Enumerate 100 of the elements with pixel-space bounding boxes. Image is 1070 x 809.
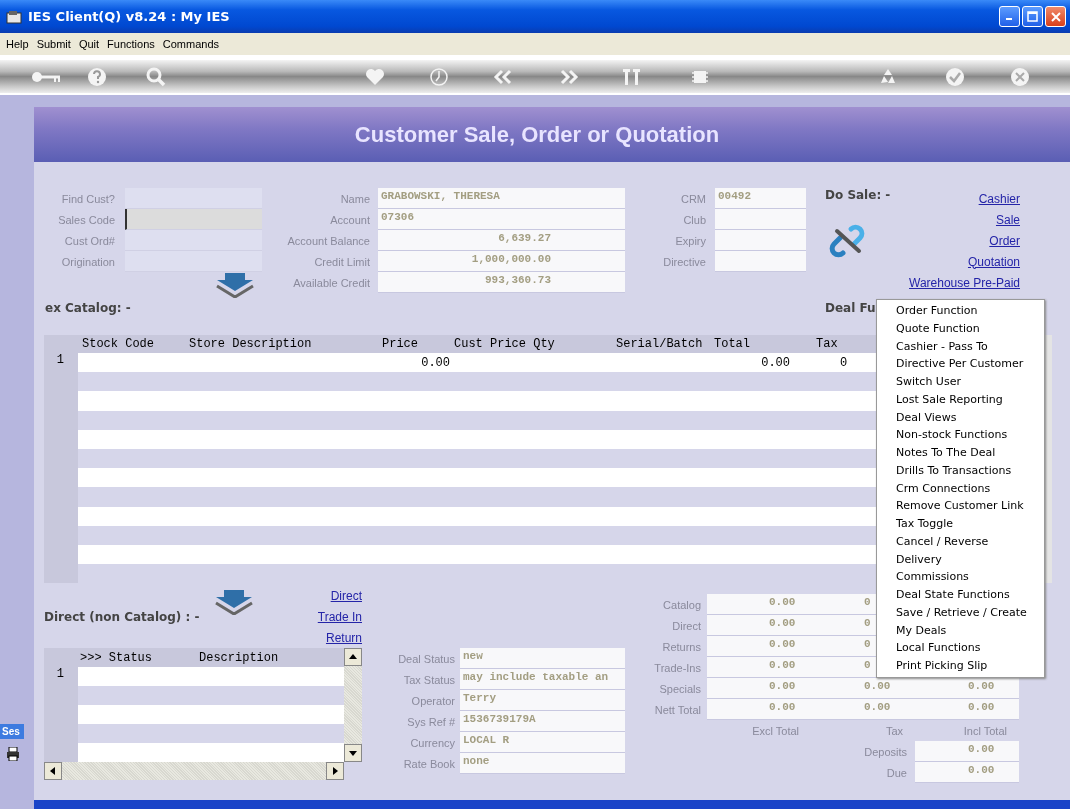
column-header: Description <box>199 650 279 665</box>
field-label: Directive <box>662 255 706 268</box>
field-label: Deal Status <box>397 652 455 665</box>
field-label: Direct <box>671 619 702 632</box>
link[interactable]: Return <box>325 630 362 645</box>
input-field[interactable] <box>125 251 262 272</box>
input-field[interactable] <box>125 230 262 251</box>
section-title: Do Sale: - <box>825 188 891 202</box>
row-header[interactable] <box>44 743 78 762</box>
menu-item[interactable]: Switch User <box>877 373 1044 391</box>
help-icon[interactable] <box>86 66 108 88</box>
link[interactable]: Cashier <box>978 191 1020 206</box>
menu-item[interactable]: Non-stock Functions <box>877 426 1044 444</box>
menu-item[interactable]: Quote Function <box>877 319 1044 338</box>
column-header: >>> Status <box>80 650 152 665</box>
table-cell: 0.00 <box>421 355 450 370</box>
menu-item[interactable]: Cancel / Reverse <box>877 532 1044 551</box>
menu-item[interactable]: Functions <box>103 38 159 50</box>
tools-icon[interactable] <box>621 66 643 88</box>
column-label: Incl Total <box>962 724 1008 737</box>
column-header: Stock Code <box>82 337 154 351</box>
minimize-button[interactable] <box>999 6 1020 27</box>
app-icon <box>6 9 22 24</box>
link-icon <box>829 222 865 259</box>
field-label: Account <box>329 213 370 226</box>
scroll-left-icon <box>44 762 62 780</box>
menu-item[interactable]: Lost Sale Reporting <box>877 390 1044 409</box>
link[interactable]: Quotation <box>967 254 1020 269</box>
menu-item[interactable]: Help <box>2 38 33 50</box>
link[interactable]: Warehouse Pre-Paid <box>909 275 1020 290</box>
link[interactable]: Trade In <box>317 609 362 624</box>
maximize-icon <box>1027 11 1038 22</box>
menu-item[interactable]: Commands <box>158 38 223 50</box>
menu-item[interactable]: Remove Customer Link <box>877 497 1044 515</box>
side-tab[interactable]: Ses <box>0 724 24 739</box>
field-label: Deposits <box>863 745 908 758</box>
column-label: Excl Total <box>751 724 800 737</box>
menu-item[interactable]: Crm Connections <box>877 479 1044 498</box>
field-label: Find Cust? <box>60 192 115 205</box>
field-label: CRM <box>679 192 706 205</box>
printer-icon <box>7 747 19 761</box>
column-header: Store Description <box>189 337 312 351</box>
column-header: Serial/Batch <box>616 337 703 351</box>
close-button[interactable] <box>1045 6 1066 27</box>
field-label: Tax Status <box>402 673 455 686</box>
input-field[interactable] <box>125 209 262 230</box>
field-label: Rate Book <box>402 757 455 770</box>
scrollbar[interactable] <box>44 762 344 780</box>
close-icon <box>1050 11 1061 22</box>
menu-item[interactable]: Delivery <box>877 550 1044 569</box>
section-title: ex Catalog: - <box>45 300 132 315</box>
scroll-down-icon <box>344 744 362 762</box>
field-label: Returns <box>661 640 702 653</box>
menu-item[interactable]: Commissions <box>877 568 1044 586</box>
check-icon[interactable] <box>944 66 966 88</box>
menu-item[interactable]: Drills To Transactions <box>877 461 1044 480</box>
input-field[interactable] <box>715 251 806 272</box>
search-icon[interactable] <box>145 66 167 88</box>
scroll-right-icon <box>326 762 344 780</box>
down-arrow-icon <box>214 589 254 615</box>
input-field[interactable] <box>715 209 806 230</box>
column-header: Price <box>382 337 418 351</box>
field-label: Name <box>339 192 370 205</box>
field-label: Operator <box>410 694 455 707</box>
column-header: Cust Price Qty <box>454 337 555 351</box>
menu-item[interactable]: Directive Per Customer <box>877 355 1044 373</box>
field-label: Expiry <box>674 234 706 247</box>
menu-item[interactable]: Order Function <box>877 302 1044 320</box>
field-label: Sales Code <box>57 213 115 226</box>
row-header[interactable]: 1 <box>44 667 78 686</box>
scrollbar[interactable] <box>344 648 362 762</box>
column-label: Tax <box>884 724 904 737</box>
field-label: Sys Ref # <box>406 715 455 728</box>
menu-item[interactable]: Notes To The Deal <box>877 444 1044 462</box>
field-label: Catalog <box>662 598 702 611</box>
menu-item[interactable]: Tax Toggle <box>877 515 1044 533</box>
link[interactable]: Sale <box>995 212 1020 227</box>
field-label: Account Balance <box>286 234 370 247</box>
menu-item[interactable]: Submit <box>32 38 75 50</box>
menu-item[interactable]: Cashier - Pass To <box>877 337 1044 356</box>
table-cell: 0.00 <box>761 355 790 370</box>
clock-icon[interactable] <box>428 66 450 88</box>
field-label: Origination <box>60 255 115 268</box>
link[interactable]: Order <box>989 233 1020 248</box>
section-title: Direct (non Catalog) : - <box>44 609 201 624</box>
row-header[interactable] <box>44 564 78 584</box>
field-label: Specials <box>658 682 702 695</box>
field-label: Available Credit <box>292 276 370 289</box>
heart-icon[interactable] <box>364 66 386 88</box>
close-icon[interactable] <box>1009 66 1031 88</box>
menu-item[interactable]: Quit <box>74 38 104 50</box>
row-header[interactable]: 1 <box>44 353 78 373</box>
field-label: Trade-Ins <box>653 661 702 674</box>
input-field[interactable] <box>125 188 262 209</box>
menu-item[interactable]: Deal Views <box>877 408 1044 427</box>
window-title: IES Client(Q) v8.24 : My IES <box>28 9 231 24</box>
page-title: Customer Sale, Order or Quotation <box>354 121 720 148</box>
maximize-button[interactable] <box>1022 6 1043 27</box>
link[interactable]: Direct <box>330 588 362 603</box>
input-field[interactable] <box>715 230 806 251</box>
